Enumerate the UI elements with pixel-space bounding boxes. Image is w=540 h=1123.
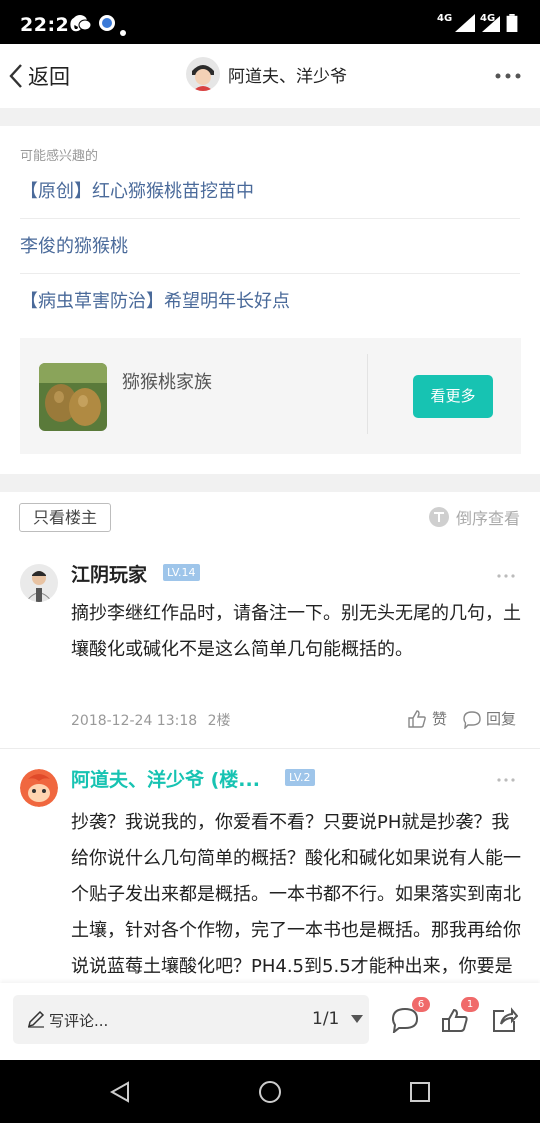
battery-icon [506, 14, 518, 32]
signal-icon [455, 14, 475, 32]
comment-input[interactable]: 写评论... 1/1 [13, 995, 369, 1044]
recommendation-link[interactable]: 李俊的猕猴桃 [20, 219, 520, 274]
recommendations-section: 可能感兴趣的 【原创】红心猕猴桃苗挖苗中 李俊的猕猴桃 【病虫草害防治】希望明年… [0, 126, 540, 474]
bottom-action-bar: 写评论... 1/1 6 1 [0, 983, 540, 1060]
header-title: 阿道夫、洋少爷 [228, 66, 347, 87]
author-avatar[interactable] [186, 57, 220, 91]
back-arrow-icon [9, 64, 22, 88]
page-indicator: 1/1 [312, 1009, 340, 1029]
network-type-left: 4G [437, 13, 453, 24]
comment-body: 抄袭？我说我的，你爱看不看？只要说PH就是抄袭？我给你说什么几句简单的概括？酸化… [71, 812, 521, 977]
more-options-icon[interactable] [494, 66, 522, 86]
comment-body: 摘抄李继红作品时，请备注一下。别无头无尾的几句，土壤酸化或碱化不是这么简单几句能… [71, 603, 521, 660]
comment-time: 2018-12-24 13:18 [71, 713, 198, 729]
reply-button[interactable]: 回复 [462, 708, 516, 729]
post-more-icon[interactable] [496, 776, 516, 784]
system-home-icon[interactable] [258, 1080, 282, 1104]
recommendations-title: 可能感兴趣的 [20, 149, 99, 164]
section-divider [0, 108, 540, 126]
reverse-order-button[interactable]: 倒序查看 [428, 505, 520, 529]
thumb-up-icon [408, 709, 426, 728]
group-name: 猕猴桃家族 [122, 372, 212, 393]
like-label: 赞 [432, 710, 448, 728]
reply-label: 回复 [486, 710, 517, 728]
system-back-icon[interactable] [108, 1080, 132, 1104]
comment-floor: 2楼 [207, 713, 231, 729]
see-more-button[interactable]: 看更多 [413, 375, 493, 418]
comment-placeholder: 写评论... [49, 1012, 109, 1030]
chevron-down-icon [350, 1015, 363, 1023]
likes-count-badge: 1 [461, 997, 479, 1012]
commenter-name[interactable]: 江阴玩家 [71, 560, 147, 587]
signal-icon-2 [482, 16, 500, 32]
pencil-icon [27, 1010, 45, 1028]
kiwi-thumbnail [39, 363, 107, 431]
share-icon[interactable] [490, 1007, 518, 1033]
comment-post: 江阴玩家 LV.14 摘抄李继红作品时，请备注一下。别无头无尾的几句，土壤酸化或… [0, 548, 540, 748]
back-label: 返回 [28, 65, 70, 89]
comment-meta: 2018-12-24 13:18 2楼 [71, 710, 231, 730]
op-name[interactable]: 阿道夫、洋少爷 (楼... [71, 765, 260, 792]
group-card[interactable]: 猕猴桃家族 看更多 [20, 338, 521, 454]
thread-author-header[interactable]: 阿道夫、洋少爷 [186, 57, 347, 91]
commenter-avatar[interactable] [20, 564, 58, 602]
weather-icon [99, 15, 115, 31]
status-bar: 22:26 4G 4G [0, 0, 540, 44]
wechat-icon [73, 15, 92, 31]
op-avatar[interactable] [20, 769, 58, 807]
recommendation-link[interactable]: 【原创】红心猕猴桃苗挖苗中 [20, 164, 520, 219]
recommendation-link[interactable]: 【病虫草害防治】希望明年长好点 [20, 274, 520, 329]
top-navigation-bar: 返回 阿道夫、洋少爷 [0, 44, 540, 108]
sort-icon [428, 507, 449, 527]
level-badge: LV.14 [163, 564, 200, 581]
back-button[interactable]: 返回 [8, 60, 70, 92]
reply-bubble-icon [463, 710, 481, 729]
page-selector[interactable]: 1/1 [312, 1009, 363, 1029]
like-button[interactable]: 赞 [407, 708, 447, 729]
level-badge: LV.2 [285, 769, 315, 786]
reverse-order-label: 倒序查看 [455, 509, 520, 528]
system-recents-icon[interactable] [408, 1080, 432, 1104]
card-divider [367, 354, 368, 434]
comments-count-badge: 6 [412, 997, 430, 1012]
notification-dot-icon [120, 30, 126, 36]
system-navigation-bar [0, 1060, 540, 1123]
section-divider [0, 474, 540, 492]
comment-post: 阿道夫、洋少爷 (楼... LV.2 抄袭？我说我的，你爱看不看？只要说PH就是… [0, 749, 540, 983]
post-more-icon[interactable] [496, 572, 516, 580]
only-op-toggle[interactable]: 只看楼主 [19, 503, 111, 532]
